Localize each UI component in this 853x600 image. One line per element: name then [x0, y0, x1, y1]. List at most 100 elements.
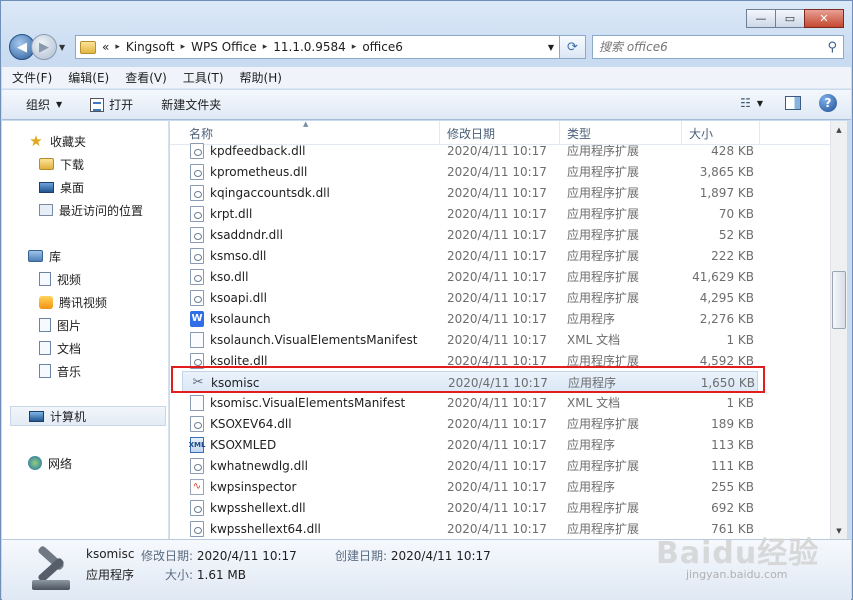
scroll-down-arrow[interactable]: ▼: [831, 522, 847, 539]
file-type: 应用程序扩展: [567, 501, 640, 515]
file-size: 2,276 KB: [699, 311, 754, 326]
nav-label: 最近访问的位置: [59, 203, 144, 218]
file-date: 2020/4/11 10:17: [447, 269, 547, 284]
nav-libraries[interactable]: 库: [28, 246, 193, 266]
file-name: KSOXEV64.dll: [210, 416, 292, 431]
file-name: kpdfeedback.dll: [210, 143, 306, 158]
address-dropdown[interactable]: ▼: [543, 43, 559, 52]
dll-file-icon: [190, 142, 204, 159]
organize-button[interactable]: 组织 ▼: [26, 96, 62, 113]
vertical-scrollbar[interactable]: ▲ ▼: [830, 121, 847, 539]
breadcrumb-separator-icon[interactable]: ▸: [115, 42, 120, 52]
folder-icon: [80, 40, 96, 54]
nav-favorites[interactable]: ★ 收藏夹: [28, 131, 193, 151]
download-folder-icon: [39, 158, 54, 170]
file-type: 应用程序扩展: [567, 417, 640, 431]
help-icon[interactable]: ?: [819, 94, 837, 112]
file-row[interactable]: ksolaunch.VisualElementsManifest 2020/4/1…: [182, 329, 758, 350]
breadcrumb-separator-icon[interactable]: ▸: [352, 42, 357, 52]
forward-button[interactable]: ▶: [31, 34, 57, 60]
dll-file-icon: [190, 268, 204, 285]
search-box[interactable]: ⚲: [592, 35, 844, 59]
file-row[interactable]: kqingaccountsdk.dll 2020/4/11 10:17 应用程序扩展…: [182, 182, 758, 203]
view-details-icon[interactable]: ☷: [740, 96, 751, 110]
file-size: 111 KB: [711, 458, 754, 473]
nav-network[interactable]: 网络: [28, 453, 193, 473]
star-icon: ★: [29, 132, 43, 150]
file-row[interactable]: ksaddndr.dll 2020/4/11 10:17 应用程序扩展 52 KB: [182, 224, 758, 245]
nav-computer[interactable]: 计算机: [10, 406, 166, 426]
file-row[interactable]: krpt.dll 2020/4/11 10:17 应用程序扩展 70 KB: [182, 203, 758, 224]
maximize-button[interactable]: ▭: [775, 9, 805, 28]
file-date: 2020/4/11 10:17: [447, 521, 547, 536]
scroll-thumb[interactable]: [832, 271, 846, 329]
file-row[interactable]: kso.dll 2020/4/11 10:17 应用程序扩展 41,629 KB: [182, 266, 758, 287]
file-row[interactable]: Wksolaunch 2020/4/11 10:17 应用程序 2,276 KB: [182, 308, 758, 329]
nav-label: 收藏夹: [50, 134, 87, 149]
file-name: ksolaunch.VisualElementsManifest: [210, 332, 418, 347]
file-row[interactable]: kwhatnewdlg.dll 2020/4/11 10:17 应用程序扩展 111 …: [182, 455, 758, 476]
file-row[interactable]: ✂ ksomisc 2020/4/11 10:17 应用程序 1,650 KB: [182, 371, 758, 392]
search-input[interactable]: [599, 40, 828, 54]
breadcrumb-overflow[interactable]: «: [102, 40, 109, 54]
dll-file-icon: [190, 247, 204, 264]
file-name-cell: kso.dll: [190, 266, 248, 287]
file-row[interactable]: ksmso.dll 2020/4/11 10:17 应用程序扩展 222 KB: [182, 245, 758, 266]
open-button[interactable]: 打开: [90, 96, 133, 113]
file-row[interactable]: kprometheus.dll 2020/4/11 10:17 应用程序扩展 3,86…: [182, 161, 758, 182]
file-name-cell: ksolaunch.VisualElementsManifest: [190, 329, 417, 350]
file-name: ksomisc: [211, 375, 260, 390]
preview-pane-icon[interactable]: [785, 96, 801, 110]
breadcrumb-item[interactable]: WPS Office: [191, 40, 257, 54]
breadcrumb-item[interactable]: 11.1.0.9584: [273, 40, 346, 54]
minimize-button[interactable]: —: [746, 9, 776, 28]
file-row[interactable]: XML KSOXMLED 2020/4/11 10:17 应用程序 113 KB: [182, 434, 758, 455]
close-button[interactable]: ✕: [804, 9, 844, 28]
dll-file-icon: [190, 163, 204, 180]
file-row[interactable]: kwpsshellext.dll 2020/4/11 10:17 应用程序扩展 692…: [182, 497, 758, 518]
recent-pages-dropdown[interactable]: ▼: [59, 43, 69, 52]
menu-item[interactable]: 文件(F): [12, 69, 52, 86]
scroll-up-arrow[interactable]: ▲: [831, 121, 847, 138]
file-type: XML 文档: [567, 396, 621, 410]
menu-item[interactable]: 查看(V): [125, 69, 167, 86]
menu-item[interactable]: 帮助(H): [240, 69, 282, 86]
file-size: 4,295 KB: [699, 290, 754, 305]
document-library-icon: [39, 341, 51, 355]
file-row[interactable]: ksomisc.VisualElementsManifest 2020/4/11 …: [182, 392, 758, 413]
menu-item[interactable]: 工具(T): [183, 69, 224, 86]
file-row[interactable]: KSOXEV64.dll 2020/4/11 10:17 应用程序扩展 189 KB: [182, 413, 758, 434]
file-row[interactable]: ksolite.dll 2020/4/11 10:17 应用程序扩展 4,592 KB: [182, 350, 758, 371]
details-modified-label: 修改日期:: [141, 549, 194, 563]
file-row[interactable]: kpdfeedback.dll 2020/4/11 10:17 应用程序扩展 428 …: [182, 140, 758, 161]
new-folder-label: 新建文件夹: [161, 98, 222, 112]
file-row[interactable]: ∿ kwpsinspector 2020/4/11 10:17 应用程序 255 KB: [182, 476, 758, 497]
address-bar[interactable]: « ▸ Kingsoft ▸ WPS Office ▸ 11.1.0.9584 ▸ offic…: [75, 35, 560, 59]
file-row[interactable]: ksoapi.dll 2020/4/11 10:17 应用程序扩展 4,295 KB: [182, 287, 758, 308]
arrow-down-icon: ▼: [836, 526, 842, 535]
details-size-value: 1.61 MB: [196, 568, 246, 582]
file-name: ksoapi.dll: [210, 290, 267, 305]
refresh-button[interactable]: ⟳: [560, 35, 586, 59]
breadcrumb-separator-icon[interactable]: ▸: [263, 42, 268, 52]
search-icon[interactable]: ⚲: [827, 40, 837, 55]
menu-item[interactable]: 编辑(E): [68, 69, 109, 86]
details-size: 大小: 1.61 MB: [165, 566, 246, 583]
breadcrumb-item[interactable]: Kingsoft: [126, 40, 175, 54]
view-dropdown-icon[interactable]: ▼: [757, 99, 763, 108]
column-date-label: 修改日期: [447, 126, 496, 141]
file-date: 2020/4/11 10:17: [447, 479, 547, 494]
nav-label: 腾讯视频: [59, 295, 108, 310]
file-type: 应用程序扩展: [567, 165, 640, 179]
nav-label: 库: [49, 249, 62, 264]
file-size: 222 KB: [711, 248, 754, 263]
open-icon: [90, 97, 105, 112]
file-type: 应用程序扩展: [567, 291, 640, 305]
new-folder-button[interactable]: 新建文件夹: [161, 96, 221, 113]
file-type: 应用程序扩展: [567, 207, 640, 221]
breadcrumb-separator-icon[interactable]: ▸: [181, 42, 186, 52]
file-type: 应用程序扩展: [567, 270, 640, 284]
chevron-down-icon: ▼: [56, 100, 63, 109]
details-type: 应用程序: [86, 568, 135, 582]
breadcrumb-item[interactable]: office6: [362, 40, 403, 54]
